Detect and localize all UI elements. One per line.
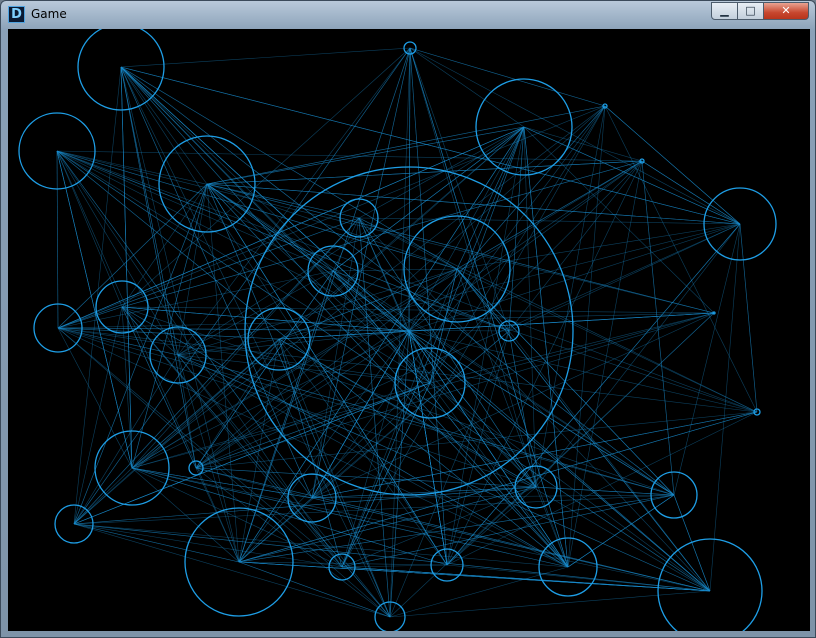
link-line	[341, 494, 675, 568]
link-line	[177, 354, 711, 592]
link-line	[408, 330, 537, 488]
minimize-button[interactable]: ▁	[711, 2, 738, 20]
link-line	[195, 411, 758, 469]
link-line	[311, 497, 711, 592]
link-line	[408, 330, 448, 566]
link-line	[57, 217, 360, 329]
link-line	[73, 523, 240, 563]
link-line	[195, 160, 643, 469]
link-line	[332, 270, 711, 592]
link-line	[121, 183, 208, 308]
link-line	[131, 467, 240, 563]
link-line	[131, 126, 525, 469]
link-line	[57, 327, 391, 618]
link-line	[389, 590, 711, 618]
link-line	[508, 330, 711, 592]
link-line	[73, 126, 525, 525]
link-line	[409, 47, 606, 107]
link-line	[358, 217, 711, 592]
link-line	[56, 150, 458, 270]
link-line	[177, 330, 410, 356]
link-line	[409, 47, 537, 488]
link-line	[408, 330, 569, 568]
link-line	[195, 467, 711, 592]
link-line	[739, 223, 758, 413]
link-line	[73, 354, 179, 525]
link-line	[409, 47, 448, 566]
link-line	[120, 66, 391, 618]
link-line	[56, 150, 123, 308]
link-line	[120, 66, 133, 469]
link-line	[341, 105, 606, 568]
link-line	[195, 467, 313, 499]
link-line	[131, 105, 606, 469]
game-canvas[interactable]	[8, 29, 810, 631]
app-icon[interactable]: D	[8, 6, 25, 23]
link-line	[389, 330, 410, 618]
link-line	[120, 66, 334, 272]
link-line	[332, 270, 675, 496]
link-line	[311, 105, 606, 499]
link-line	[206, 183, 431, 384]
link-line	[409, 47, 525, 128]
title-bar[interactable]: D Game ▁ □ ✕	[1, 1, 815, 29]
link-line	[56, 150, 59, 329]
link-line	[177, 268, 458, 356]
link-line	[120, 66, 208, 185]
link-line	[131, 467, 343, 568]
link-line	[57, 183, 208, 329]
link-line	[56, 150, 313, 499]
node-circle[interactable]	[657, 538, 763, 631]
link-line	[278, 338, 343, 568]
link-line	[121, 306, 240, 563]
link-line	[641, 160, 741, 225]
link-line	[446, 223, 741, 566]
window-title: Game	[31, 7, 67, 21]
link-line	[177, 354, 197, 469]
link-line	[409, 47, 741, 225]
link-line	[508, 160, 643, 332]
link-line	[206, 105, 606, 185]
link-line	[195, 382, 431, 469]
link-line	[311, 217, 360, 499]
link-line	[73, 523, 343, 568]
network-graph	[18, 29, 777, 631]
link-line	[206, 183, 569, 568]
link-line	[408, 160, 643, 332]
link-line	[446, 486, 537, 566]
link-line	[56, 150, 133, 469]
link-line	[195, 467, 537, 488]
link-line	[523, 126, 537, 488]
game-window: D Game ▁ □ ✕	[0, 0, 816, 638]
link-line	[195, 270, 334, 469]
link-line	[358, 217, 458, 270]
link-line	[604, 105, 741, 225]
link-line	[535, 105, 606, 488]
link-line	[446, 564, 711, 592]
link-line	[429, 105, 606, 384]
link-line	[332, 268, 458, 272]
link-line	[57, 306, 123, 329]
window-controls: ▁ □ ✕	[711, 2, 809, 20]
link-line	[177, 354, 391, 618]
link-line	[73, 306, 123, 525]
link-line	[709, 223, 741, 592]
link-line	[641, 160, 675, 496]
link-line	[57, 327, 569, 568]
link-line	[408, 47, 411, 332]
link-line	[341, 268, 458, 568]
link-line	[73, 338, 280, 525]
maximize-button[interactable]: □	[738, 2, 764, 20]
link-line	[238, 330, 510, 563]
link-line	[56, 150, 758, 413]
link-line	[238, 270, 334, 563]
link-line	[195, 467, 391, 618]
close-button[interactable]: ✕	[764, 2, 809, 20]
